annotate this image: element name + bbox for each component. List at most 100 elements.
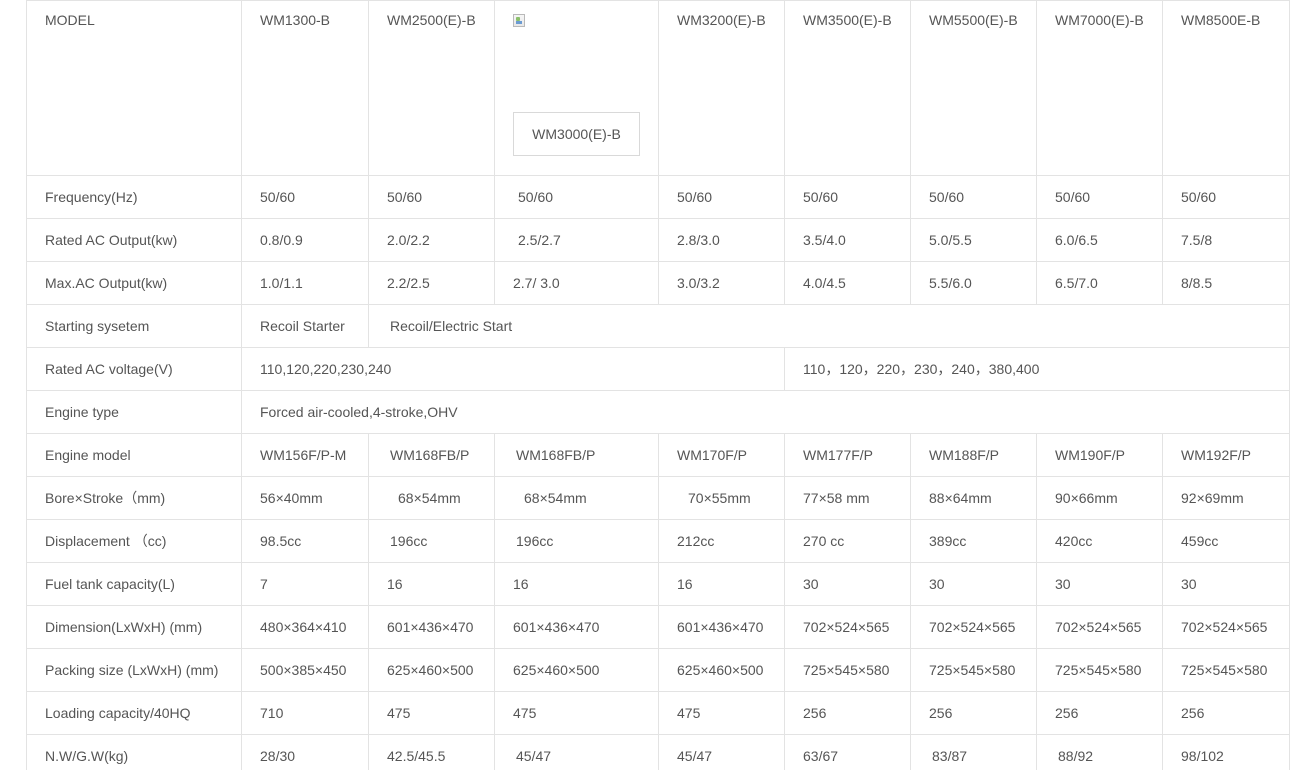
spec-value: 16: [658, 562, 785, 606]
spec-value: 5.5/6.0: [910, 261, 1037, 305]
spec-value: 50/60: [1162, 175, 1290, 219]
spec-value: 16: [494, 562, 659, 606]
spec-value: WM190F/P: [1036, 433, 1163, 477]
spec-value: WM168FB/P: [368, 433, 495, 477]
table-row: Loading capacity/40HQ 710 475 475 475 25…: [26, 691, 1290, 735]
spec-value: 2.0/2.2: [368, 218, 495, 262]
spec-value: 256: [910, 691, 1037, 735]
row-label: Displacement （cc): [26, 519, 242, 563]
spec-value: 212cc: [658, 519, 785, 563]
spec-value: 420cc: [1036, 519, 1163, 563]
table-row: Engine model WM156F/P-M WM168FB/P WM168F…: [26, 433, 1290, 477]
spec-value: 725×545×580: [910, 648, 1037, 692]
table-row: Packing size (LxWxH) (mm) 500×385×450 62…: [26, 648, 1290, 692]
spec-value: 98.5cc: [241, 519, 369, 563]
spec-value: 389cc: [910, 519, 1037, 563]
row-label: N.W/G.W(kg): [26, 734, 242, 770]
spec-value: 50/60: [494, 175, 659, 219]
model-name: WM7000(E)-B: [1036, 0, 1163, 176]
row-label: MODEL: [26, 0, 242, 176]
spec-value: WM177F/P: [784, 433, 911, 477]
spec-value: 475: [368, 691, 495, 735]
table-row: Starting sysetem Recoil Starter Recoil/E…: [26, 304, 1290, 348]
spec-value: 500×385×450: [241, 648, 369, 692]
spec-value: 256: [1162, 691, 1290, 735]
table-row: Max.AC Output(kw) 1.0/1.1 2.2/2.5 2.7/ 3…: [26, 261, 1290, 305]
spec-value: 710: [241, 691, 369, 735]
spec-value: 50/60: [1036, 175, 1163, 219]
spec-value: 68×54mm: [494, 476, 659, 520]
row-label: Starting sysetem: [26, 304, 242, 348]
row-label: Frequency(Hz): [26, 175, 242, 219]
spec-value: WM168FB/P: [494, 433, 659, 477]
model-name: WM3500(E)-B: [784, 0, 911, 176]
spec-value: 56×40mm: [241, 476, 369, 520]
spec-value: WM192F/P: [1162, 433, 1290, 477]
spec-value: 702×524×565: [910, 605, 1037, 649]
spec-value: 2.5/2.7: [494, 218, 659, 262]
spec-value: Recoil Starter: [241, 304, 369, 348]
spec-value: 50/60: [241, 175, 369, 219]
spec-value: 30: [910, 562, 1037, 606]
row-label: Loading capacity/40HQ: [26, 691, 242, 735]
spec-value: Forced air-cooled,4-stroke,OHV: [241, 390, 1290, 434]
spec-value: 5.0/5.5: [910, 218, 1037, 262]
spec-value: Recoil/Electric Start: [368, 304, 1290, 348]
spec-value: 88×64mm: [910, 476, 1037, 520]
spec-value: 2.2/2.5: [368, 261, 495, 305]
spec-value: 725×545×580: [1162, 648, 1290, 692]
row-label: Fuel tank capacity(L): [26, 562, 242, 606]
spec-value: 7.5/8: [1162, 218, 1290, 262]
spec-value: 8/8.5: [1162, 261, 1290, 305]
row-label: Engine model: [26, 433, 242, 477]
table-row: Rated AC voltage(V) 110,120,220,230,240 …: [26, 347, 1290, 391]
spec-value: 98/102: [1162, 734, 1290, 770]
spec-value: 68×54mm: [368, 476, 495, 520]
spec-value: 256: [1036, 691, 1163, 735]
model-name: WM2500(E)-B: [368, 0, 495, 176]
spec-value: 42.5/45.5: [368, 734, 495, 770]
generator-spec-table: MODEL WM1300-B WM2500(E)-B WM3000(E)-B W…: [26, 0, 1290, 770]
spec-value: 702×524×565: [1162, 605, 1290, 649]
model-name: WM1300-B: [241, 0, 369, 176]
spec-value: 270 cc: [784, 519, 911, 563]
spec-value: 625×460×500: [368, 648, 495, 692]
spec-value: 50/60: [658, 175, 785, 219]
spec-value: 45/47: [494, 734, 659, 770]
spec-value: 475: [658, 691, 785, 735]
table-row: Rated AC Output(kw) 0.8/0.9 2.0/2.2 2.5/…: [26, 218, 1290, 262]
spec-value: 16: [368, 562, 495, 606]
spec-value: 3.0/3.2: [658, 261, 785, 305]
row-label: Packing size (LxWxH) (mm): [26, 648, 242, 692]
row-label: Max.AC Output(kw): [26, 261, 242, 305]
spec-value: 625×460×500: [494, 648, 659, 692]
spec-value: 725×545×580: [1036, 648, 1163, 692]
table-row: Fuel tank capacity(L) 7 16 16 16 30 30 3…: [26, 562, 1290, 606]
spec-value: 1.0/1.1: [241, 261, 369, 305]
spec-value: 601×436×470: [658, 605, 785, 649]
spec-value: 702×524×565: [1036, 605, 1163, 649]
spec-value: 30: [1162, 562, 1290, 606]
spec-value: 256: [784, 691, 911, 735]
spec-value: 30: [784, 562, 911, 606]
spec-value: 4.0/4.5: [784, 261, 911, 305]
spec-value: 3.5/4.0: [784, 218, 911, 262]
spec-value: WM188F/P: [910, 433, 1037, 477]
row-label: Rated AC Output(kw): [26, 218, 242, 262]
spec-value: 2.7/ 3.0: [494, 261, 659, 305]
spec-value: 480×364×410: [241, 605, 369, 649]
spec-value: 725×545×580: [784, 648, 911, 692]
spec-value: 601×436×470: [368, 605, 495, 649]
spec-value: 601×436×470: [494, 605, 659, 649]
table-row: Bore×Stroke（mm) 56×40mm 68×54mm 68×54mm …: [26, 476, 1290, 520]
spec-value: 6.5/7.0: [1036, 261, 1163, 305]
table-row: Displacement （cc) 98.5cc 196cc 196cc 212…: [26, 519, 1290, 563]
spec-value: 475: [494, 691, 659, 735]
spec-value: 110，120，220，230，240，380,400: [784, 347, 1290, 391]
spec-value: 110,120,220,230,240: [241, 347, 785, 391]
row-label: Rated AC voltage(V): [26, 347, 242, 391]
broken-image-icon: [513, 14, 525, 27]
spec-value: 28/30: [241, 734, 369, 770]
model-name: WM5500(E)-B: [910, 0, 1037, 176]
model-image-cell: WM3000(E)-B: [494, 0, 659, 176]
